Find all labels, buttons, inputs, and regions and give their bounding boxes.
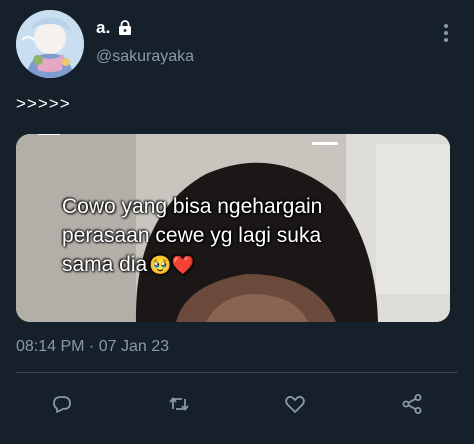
caption-line-3: sama dia 🥹❤️ (62, 250, 392, 280)
action-bar (0, 386, 474, 422)
lock-icon (117, 20, 133, 36)
caption-line-3-text: sama dia (62, 253, 148, 276)
media-caption: Cowo yang bisa ngehargain perasaan cewe … (62, 192, 392, 280)
media-progress-indicator (312, 142, 338, 145)
more-vertical-icon[interactable] (440, 22, 452, 44)
caption-emoji: 🥹❤️ (149, 255, 195, 275)
display-name[interactable]: a. (96, 18, 111, 38)
media-edge-mark (38, 134, 60, 135)
caption-line-2: perasaan cewe yg lagi suka (62, 224, 322, 247)
user-handle[interactable]: @sakurayaka (96, 48, 194, 66)
divider (16, 372, 458, 373)
retweet-button[interactable] (165, 390, 193, 418)
reply-button[interactable] (48, 390, 76, 418)
display-name-row: a. (96, 18, 133, 38)
like-button[interactable] (281, 390, 309, 418)
caption-line-1: Cowo yang bisa ngehargain (62, 195, 323, 218)
share-icon (402, 394, 422, 414)
heart-icon (285, 395, 305, 413)
tweet-text: >>>>> (16, 94, 71, 113)
retweet-icon (169, 397, 189, 411)
share-button[interactable] (398, 390, 426, 418)
tweet-timestamp[interactable]: 08:14 PM · 07 Jan 23 (16, 338, 169, 356)
avatar[interactable] (16, 10, 84, 78)
tweet-media[interactable]: Cowo yang bisa ngehargain perasaan cewe … (16, 134, 450, 322)
reply-icon (53, 396, 71, 413)
